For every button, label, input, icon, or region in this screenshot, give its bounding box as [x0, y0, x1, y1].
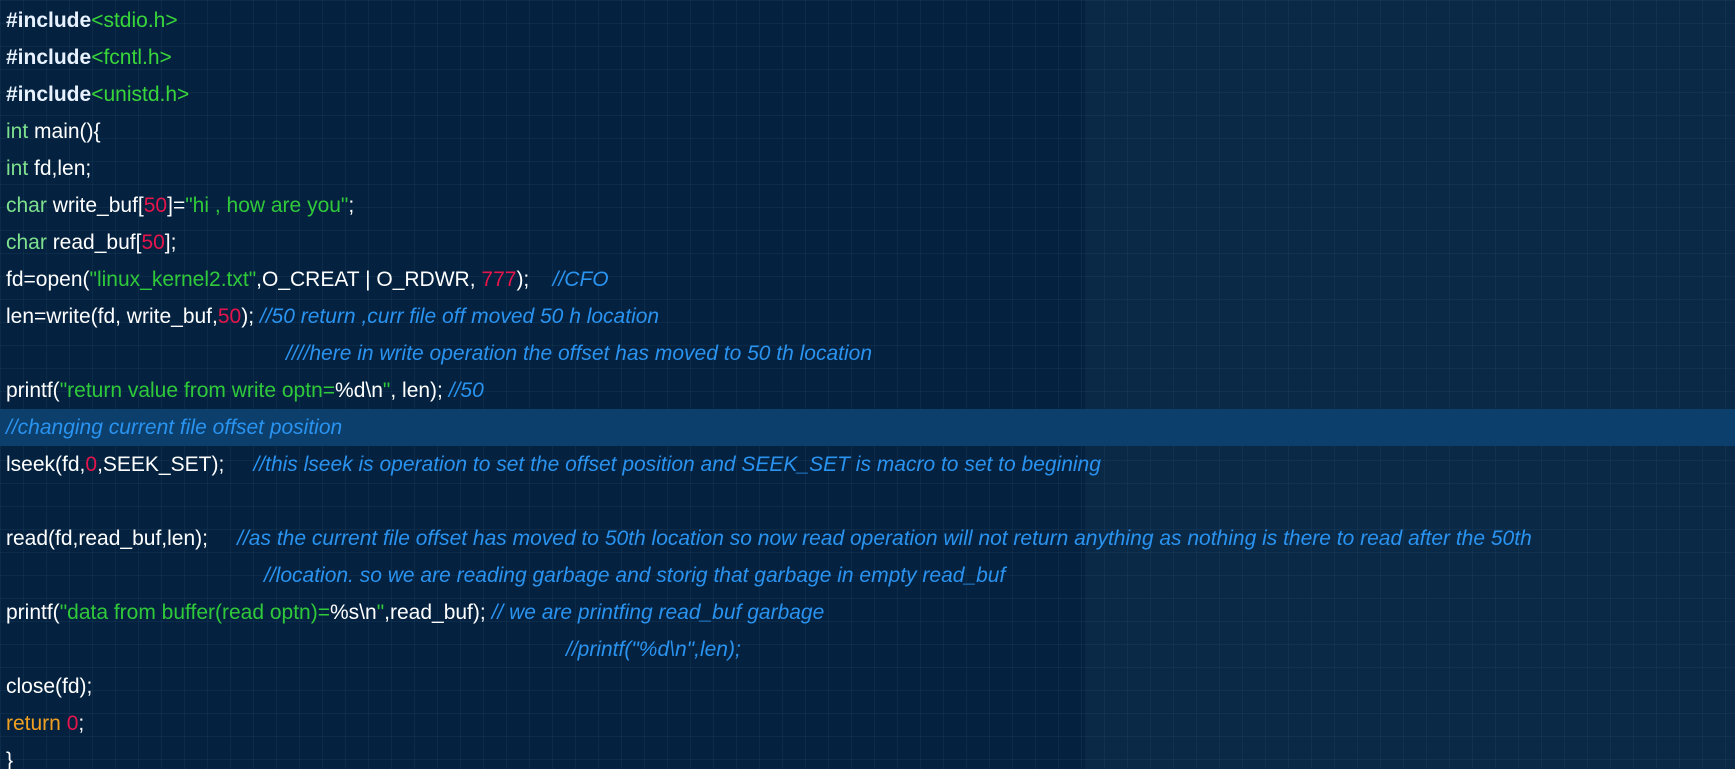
code-line[interactable]: len=write(fd, write_buf,50); //50 return…: [0, 298, 1735, 335]
code-line-content: #include<fcntl.h>: [6, 46, 172, 69]
code-comment: ////here in write operation the offset h…: [286, 342, 873, 365]
code-number: 0: [66, 712, 79, 735]
code-number: 50: [141, 231, 165, 254]
code-string: "return value from write optn=: [59, 379, 336, 402]
code-directive: #include: [6, 46, 92, 69]
code-line-content: #include<stdio.h>: [6, 9, 178, 32]
code-text: read(fd,read_buf,len);: [6, 527, 238, 550]
code-line[interactable]: #include<stdio.h>: [0, 2, 1735, 39]
code-comment: //50: [448, 379, 484, 402]
code-text: );: [516, 268, 553, 291]
code-comment: //CFO: [552, 268, 609, 291]
code-text: ,read_buf);: [384, 601, 492, 624]
code-line-content: int main(){: [6, 120, 101, 143]
code-comment: //changing current file offset position: [6, 416, 343, 439]
code-line[interactable]: char write_buf[50]="hi , how are you";: [0, 187, 1735, 224]
code-comment: //as the current file offset has moved t…: [237, 527, 1532, 550]
code-text: printf(: [6, 379, 60, 402]
code-line-content: printf("data from buffer(read optn)=%s\n…: [6, 601, 824, 624]
code-header-name: <unistd.h>: [91, 83, 190, 106]
code-line-content: printf("return value from write optn=%d\…: [6, 379, 484, 402]
code-line[interactable]: int main(){: [0, 113, 1735, 150]
code-line[interactable]: #include<unistd.h>: [0, 76, 1735, 113]
code-text: printf(: [6, 601, 60, 624]
code-line-content: fd=open("linux_kernel2.txt",O_CREAT | O_…: [6, 268, 609, 291]
code-line[interactable]: ////here in write operation the offset h…: [0, 335, 1735, 372]
code-line[interactable]: fd=open("linux_kernel2.txt",O_CREAT | O_…: [0, 261, 1735, 298]
code-line-content: int fd,len;: [6, 157, 91, 180]
code-text: ;: [348, 194, 355, 217]
code-number: 777: [481, 268, 517, 291]
code-text: );: [241, 305, 260, 328]
code-line-content: lseek(fd,0,SEEK_SET); //this lseek is op…: [6, 453, 1101, 476]
code-string: "linux_kernel2.txt": [89, 268, 257, 291]
code-comment: //this lseek is operation to set the off…: [253, 453, 1101, 476]
code-text: main(){: [28, 120, 101, 143]
code-line[interactable]: #include<fcntl.h>: [0, 39, 1735, 76]
code-line[interactable]: printf("return value from write optn=%d\…: [0, 372, 1735, 409]
code-line[interactable]: close(fd);: [0, 668, 1735, 705]
code-type-keyword: int: [6, 120, 29, 143]
code-text: %d\n: [335, 379, 383, 402]
code-text: , len);: [390, 379, 449, 402]
code-comment: //50 return ,curr file off moved 50 h lo…: [259, 305, 660, 328]
code-line-content: //location. so we are reading garbage an…: [264, 564, 1005, 587]
code-line[interactable]: char read_buf[50];: [0, 224, 1735, 261]
code-number: 50: [217, 305, 242, 328]
code-text: %s\n: [330, 601, 377, 624]
code-line-content: return 0;: [6, 712, 84, 735]
code-header-name: <fcntl.h>: [91, 46, 172, 69]
code-line-content: len=write(fd, write_buf,50); //50 return…: [6, 305, 659, 328]
code-text: fd,len;: [28, 157, 92, 180]
code-string: "data from buffer(read optn)=: [59, 601, 330, 624]
code-text: ,SEEK_SET);: [97, 453, 254, 476]
code-text: ;: [78, 712, 85, 735]
code-text: }: [6, 749, 14, 769]
code-directive: #include: [6, 9, 92, 32]
code-type-keyword: char: [6, 231, 47, 254]
code-type-keyword: int: [6, 157, 29, 180]
code-line-content: #include<unistd.h>: [6, 83, 189, 106]
code-text: ,O_CREAT | O_RDWR,: [256, 268, 482, 291]
code-text: close(fd);: [6, 675, 93, 698]
code-line[interactable]: printf("data from buffer(read optn)=%s\n…: [0, 594, 1735, 631]
code-area[interactable]: #include<stdio.h> #include<fcntl.h> #inclu…: [0, 2, 1735, 769]
code-comment: //location. so we are reading garbage an…: [264, 564, 1006, 587]
code-text: write_buf[: [46, 194, 144, 217]
code-line[interactable]: }: [0, 742, 1735, 769]
code-line-content: //changing current file offset position: [6, 416, 342, 439]
code-line-content: ////here in write operation the offset h…: [286, 342, 872, 365]
code-text: lseek(fd,: [6, 453, 86, 476]
code-line-content: char write_buf[50]="hi , how are you";: [6, 194, 354, 217]
code-text: fd=open(: [6, 268, 90, 291]
code-line-content: close(fd);: [6, 675, 92, 698]
code-text: ]=: [167, 194, 186, 217]
code-keyword: return: [6, 712, 61, 735]
code-string: "hi , how are you": [185, 194, 349, 217]
code-line[interactable]: lseek(fd,0,SEEK_SET); //this lseek is op…: [0, 446, 1735, 483]
code-line-content: char read_buf[50];: [6, 231, 176, 254]
code-text: len=write(fd, write_buf,: [6, 305, 218, 328]
code-line-content: read(fd,read_buf,len); //as the current …: [6, 527, 1532, 550]
code-number: 50: [143, 194, 168, 217]
code-line[interactable]: read(fd,read_buf,len); //as the current …: [0, 520, 1735, 557]
code-number: 0: [85, 453, 98, 476]
code-editor[interactable]: #include<stdio.h> #include<fcntl.h> #inclu…: [0, 0, 1735, 769]
code-directive: #include: [6, 83, 92, 106]
code-line[interactable]: [0, 483, 1735, 520]
code-comment: // we are printfing read_buf garbage: [491, 601, 825, 624]
code-comment: //printf("%d\n",len);: [566, 638, 741, 661]
code-line[interactable]: int fd,len;: [0, 150, 1735, 187]
code-text: read_buf[: [46, 231, 142, 254]
code-line[interactable]: return 0;: [0, 705, 1735, 742]
code-line[interactable]: //printf("%d\n",len);: [0, 631, 1735, 668]
code-header-name: <stdio.h>: [91, 9, 178, 32]
code-line-content: }: [6, 749, 13, 769]
code-line-content: //printf("%d\n",len);: [566, 638, 741, 661]
code-line[interactable]: //location. so we are reading garbage an…: [0, 557, 1735, 594]
code-line-current[interactable]: //changing current file offset position: [0, 409, 1735, 446]
code-text: ];: [164, 231, 177, 254]
code-type-keyword: char: [6, 194, 47, 217]
